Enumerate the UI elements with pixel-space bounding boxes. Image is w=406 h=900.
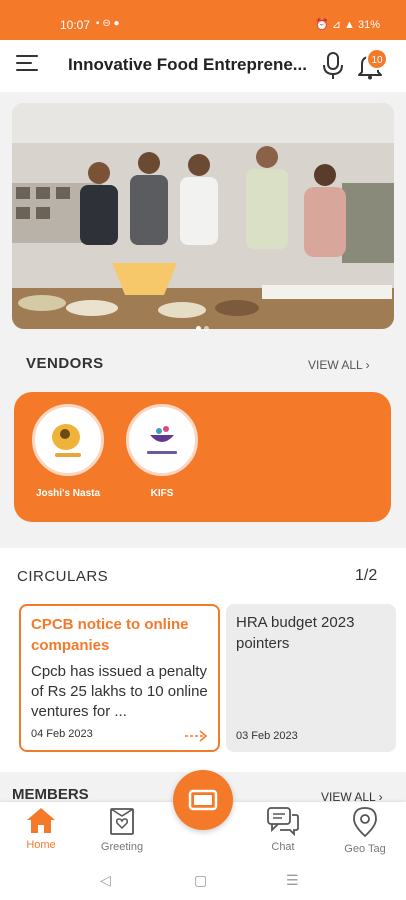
chevron-right-icon: ›	[365, 358, 370, 372]
vendor-card[interactable]: KIFS	[126, 404, 198, 499]
vendors-title: VENDORS	[26, 355, 104, 372]
center-fab-button[interactable]	[173, 770, 233, 830]
status-bar: 10:07 ▪ ⊖ ● ⏰ ⊿ ▲ 31%	[0, 0, 406, 40]
circular-title: CPCB notice to online companies	[31, 616, 189, 654]
vendor-card[interactable]: Joshi's Nasta	[32, 404, 104, 499]
circular-date: 04 Feb 2023	[31, 728, 93, 740]
vendors-view-all[interactable]: VIEW ALL ›	[308, 358, 370, 372]
banner-photo	[12, 103, 394, 329]
vendor-logo-image	[147, 426, 177, 454]
circular-body: Cpcb has issued a penalty of Rs 25 lakhs…	[31, 663, 208, 720]
status-battery: ⏰ ⊿ ▲ 31%	[315, 19, 380, 31]
location-pin-icon	[353, 807, 377, 838]
carousel-indicator	[196, 318, 212, 336]
circulars-pager: 1/2	[355, 567, 378, 584]
nav-greeting[interactable]: Greeting	[87, 806, 157, 853]
circular-date: 03 Feb 2023	[236, 730, 298, 742]
vendor-logo	[32, 404, 104, 476]
circular-card[interactable]: CPCB notice to online companies Cpcb has…	[19, 604, 220, 752]
vendor-logo	[126, 404, 198, 476]
greeting-card-icon	[110, 808, 134, 835]
signal-icon: ⏰ ⊿ ▲	[315, 19, 358, 31]
menu-icon[interactable]	[16, 55, 40, 75]
app-header: Innovative Food Entreprene...	[0, 40, 406, 92]
vendors-carousel: Joshi's Nasta KIFS	[14, 392, 391, 522]
nav-geo-tag[interactable]: Geo Tag	[330, 806, 400, 855]
mic-icon[interactable]	[322, 52, 344, 80]
nav-chat[interactable]: Chat	[248, 806, 318, 853]
chat-icon	[267, 807, 299, 837]
banner-image[interactable]	[12, 103, 394, 329]
nav-home[interactable]: Home	[6, 806, 76, 851]
card-icon	[188, 789, 218, 811]
notification-badge: 10	[366, 48, 388, 70]
circular-card[interactable]: HRA budget 2023 pointers 03 Feb 2023	[226, 604, 396, 752]
status-indicators: ▪ ⊖ ●	[96, 18, 120, 29]
status-time: 10:07	[60, 18, 91, 32]
system-navigation-bar: ◁ ▢ ☰	[0, 862, 406, 900]
app-title: Innovative Food Entreprene...	[68, 55, 307, 74]
home-icon	[27, 808, 55, 833]
recents-icon[interactable]: ☰	[286, 872, 299, 889]
circular-title: HRA budget 2023 pointers	[236, 614, 355, 652]
vendor-logo-image	[52, 424, 81, 457]
vendor-name: KIFS	[150, 488, 174, 499]
members-title: MEMBERS	[12, 786, 89, 803]
vendor-name: Joshi's Nasta	[35, 488, 101, 499]
arrow-right-icon[interactable]	[184, 730, 208, 742]
back-icon[interactable]: ◁	[100, 872, 111, 889]
home-button-icon[interactable]: ▢	[194, 872, 207, 889]
circulars-title: CIRCULARS	[17, 568, 109, 585]
